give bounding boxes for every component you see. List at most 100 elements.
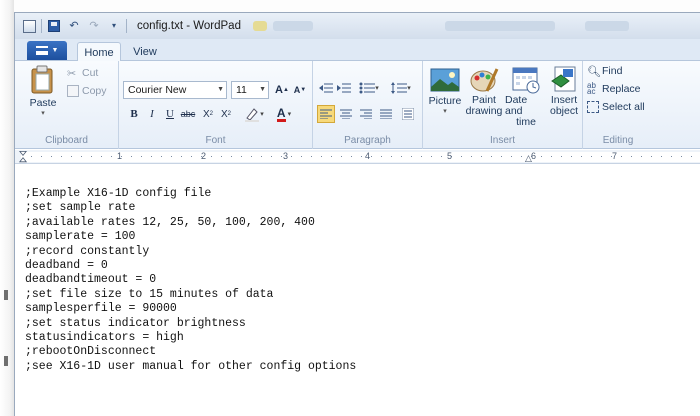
paint-drawing-button[interactable]: Paint drawing [465, 65, 503, 117]
ruler-tick [471, 156, 472, 157]
document-line[interactable]: ;Example X16-1D config file [25, 187, 356, 201]
ruler-tick [591, 156, 592, 157]
font-color-icon[interactable]: A ▾ [271, 105, 297, 123]
ruler: 1 2 3 4 5 6 7 △ [15, 150, 700, 164]
superscript-icon[interactable]: X2 [217, 105, 235, 123]
tab-view[interactable]: View [125, 42, 165, 61]
ruler-tick [301, 156, 302, 157]
chevron-down-icon: ▼ [259, 86, 266, 93]
paste-button[interactable]: Paste ▾ [23, 65, 63, 123]
ruler-tick [191, 156, 192, 157]
ruler-tick [321, 156, 322, 157]
document-line[interactable]: ;set status indicator brightness [25, 317, 356, 331]
document-line[interactable]: samplerate = 100 [25, 230, 356, 244]
document-text[interactable]: ;Example X16-1D config file ;set sample r… [25, 187, 356, 374]
ruler-tick [251, 156, 252, 157]
document-line[interactable]: statusindicators = high [25, 331, 356, 345]
document-line[interactable]: deadbandtimeout = 0 [25, 273, 356, 287]
ruler-tick [631, 156, 632, 157]
paste-label: Paste [29, 97, 57, 109]
ribbon: Paste ▾ ✂ Cut Copy Clipboard Courier New… [15, 61, 700, 149]
document-line[interactable]: ;see X16-1D user manual for other config… [25, 360, 356, 374]
group-label: Paragraph [344, 135, 391, 146]
document-line[interactable]: ;set sample rate [25, 201, 356, 215]
ruler-tick [641, 156, 642, 157]
ruler-tick [351, 156, 352, 157]
find-button[interactable]: 🔍︎ Find [587, 65, 622, 78]
insert-group: Picture ▾ Paint drawing Date and time In… [423, 61, 583, 149]
decrease-indent-icon[interactable] [317, 79, 335, 97]
ruler-tick [131, 156, 132, 157]
cut-icon: ✂ [67, 68, 77, 80]
bold-icon[interactable]: B [125, 105, 143, 123]
font-family-select[interactable]: Courier New ▼ [123, 81, 227, 99]
redo-icon[interactable]: ↷ [86, 18, 102, 34]
ruler-tick [211, 156, 212, 157]
document-area[interactable]: ;Example X16-1D config file ;set sample r… [15, 165, 700, 416]
line-spacing-icon[interactable]: ▾ [387, 79, 415, 97]
ruler-tick [441, 156, 442, 157]
ruler-tick [461, 156, 462, 157]
copy-label: Copy [82, 85, 107, 97]
datetime-label: Date and [505, 94, 528, 117]
copy-button[interactable]: Copy [67, 85, 107, 97]
cut-button[interactable]: ✂ Cut [67, 67, 98, 80]
undo-icon[interactable]: ↶ [66, 18, 82, 34]
justify-icon[interactable] [377, 105, 395, 123]
strikethrough-icon[interactable]: abc [179, 105, 197, 123]
font-size-select[interactable]: 11 ▼ [231, 81, 269, 99]
group-label: Clipboard [45, 135, 88, 146]
app-icon[interactable] [21, 18, 37, 34]
replace-icon: ab ac [587, 81, 596, 96]
grow-font-icon[interactable]: A ▲ [273, 81, 291, 99]
date-time-button[interactable]: Date and time [505, 65, 547, 128]
align-center-icon[interactable] [337, 105, 355, 123]
save-icon[interactable] [46, 18, 62, 34]
document-line[interactable]: ;record constantly [25, 245, 356, 259]
ruler-tick [651, 156, 652, 157]
ruler-tick [31, 156, 32, 157]
align-left-icon[interactable] [317, 105, 335, 123]
paragraph-group: ▾ ▾ Paragraph [313, 61, 423, 149]
ruler-tick [561, 156, 562, 157]
font-group: Courier New ▼ 11 ▼ A ▲ A ▼ B I U abc X2 X2… [119, 61, 313, 149]
tab-label: View [133, 45, 157, 58]
ruler-tick [91, 156, 92, 157]
document-line[interactable]: ;rebootOnDisconnect [25, 345, 356, 359]
shrink-font-icon[interactable]: A ▼ [291, 81, 309, 99]
customize-icon[interactable]: ▾ [106, 18, 122, 34]
tab-home[interactable]: Home [77, 42, 121, 62]
select-all-button[interactable]: Select all [587, 101, 645, 113]
qat-separator [126, 19, 127, 33]
document-line[interactable]: ;available rates 12, 25, 50, 100, 200, 4… [25, 216, 356, 230]
document-line[interactable]: ;set file size to 15 minutes of data [25, 288, 356, 302]
ruler-tick [181, 156, 182, 157]
document-line[interactable]: samplesperfile = 90000 [25, 302, 356, 316]
ruler-tick [231, 156, 232, 157]
datetime-icon [512, 67, 540, 94]
replace-button[interactable]: ab ac Replace [587, 81, 641, 96]
subscript-icon[interactable]: X2 [199, 105, 217, 123]
file-menu-button[interactable]: ▼ [27, 41, 67, 60]
qat-separator [41, 19, 42, 33]
ruler-tick [311, 156, 312, 157]
align-right-icon[interactable] [357, 105, 375, 123]
ruler-tick [141, 156, 142, 157]
ruler-tick [81, 156, 82, 157]
tab-stop-icon[interactable]: △ [525, 153, 532, 164]
ruler-tick [241, 156, 242, 157]
highlight-icon[interactable]: ▾ [241, 105, 267, 123]
picture-button[interactable]: Picture ▾ [427, 65, 463, 115]
document-line[interactable]: deadband = 0 [25, 259, 356, 273]
quick-access-toolbar: ↶ ↷ ▾ [15, 13, 131, 39]
underline-icon[interactable]: U [161, 105, 179, 123]
increase-indent-icon[interactable] [335, 79, 353, 97]
bullets-icon[interactable]: ▾ [355, 79, 383, 97]
italic-icon[interactable]: I [143, 105, 161, 123]
indent-marker-icon[interactable] [19, 150, 27, 164]
ruler-tick [541, 156, 542, 157]
ruler-tick [501, 156, 502, 157]
insert-object-button[interactable]: Insert object [547, 65, 581, 117]
ruler-tick [101, 156, 102, 157]
paragraph-icon[interactable] [399, 105, 417, 123]
